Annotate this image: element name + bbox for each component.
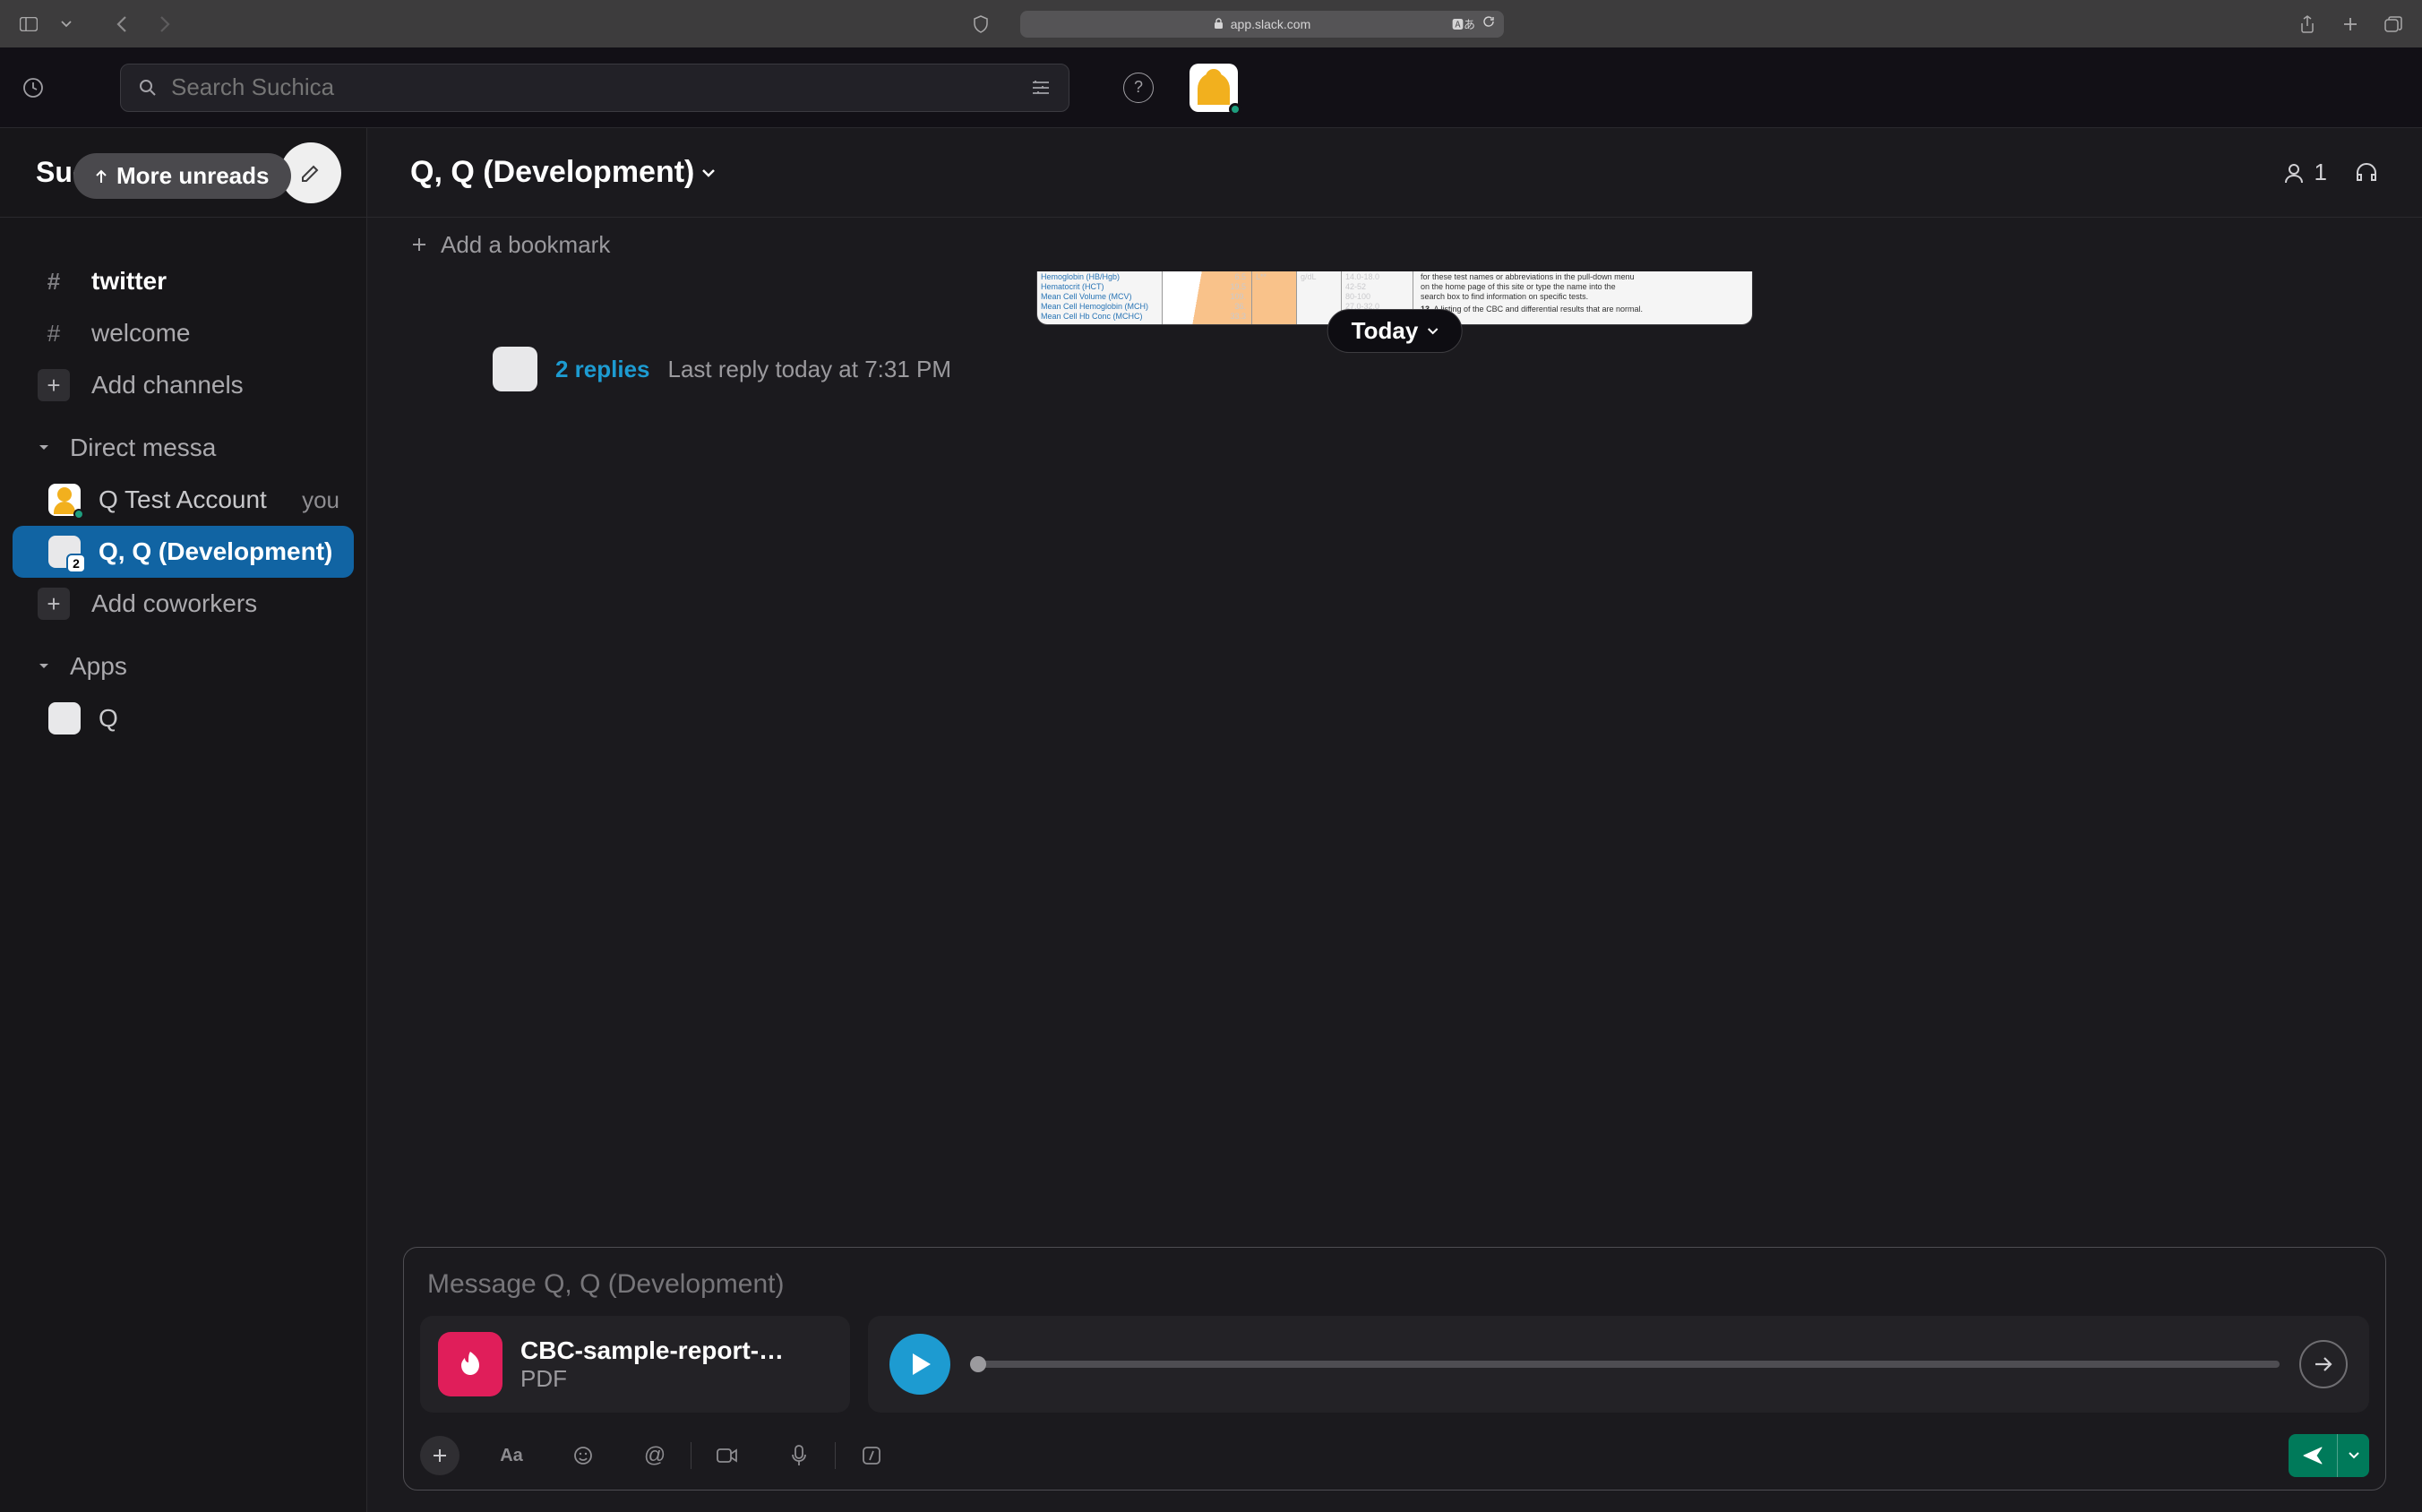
channel-item-twitter[interactable]: # twitter bbox=[0, 255, 366, 307]
thread-summary[interactable]: 2 replies Last reply today at 7:31 PM bbox=[403, 347, 2386, 391]
dm-item-q-development[interactable]: 2 Q, Q (Development) bbox=[13, 526, 354, 578]
lock-icon bbox=[1214, 18, 1224, 30]
play-button[interactable] bbox=[889, 1334, 950, 1395]
translate-icon[interactable]: ⁠🅰︎あ bbox=[1452, 15, 1475, 32]
dm-avatar: 2 bbox=[48, 536, 81, 568]
main-pane: Q, Q (Development) 1 Add a bookmark bbox=[367, 128, 2422, 1512]
attachment-audio[interactable] bbox=[868, 1316, 2369, 1413]
search-input[interactable] bbox=[171, 73, 1017, 101]
plus-icon: + bbox=[38, 369, 70, 401]
composer-toolbar: Aa @ bbox=[420, 1425, 2369, 1477]
attachment-filename: CBC-sample-report-… bbox=[520, 1336, 784, 1365]
reply-count-link[interactable]: 2 replies bbox=[555, 356, 650, 383]
search-icon bbox=[139, 79, 157, 97]
new-tab-icon[interactable] bbox=[2338, 12, 2363, 37]
tabs-icon[interactable] bbox=[2381, 12, 2406, 37]
url-bar[interactable]: app.slack.com ⁠🅰︎あ bbox=[1020, 11, 1504, 38]
forward-button bbox=[152, 12, 177, 37]
message-input[interactable]: Message Q, Q (Development) bbox=[420, 1260, 2369, 1316]
back-button[interactable] bbox=[109, 12, 134, 37]
dm-section-header[interactable]: Direct messa bbox=[0, 422, 366, 474]
url-text: app.slack.com bbox=[1231, 17, 1310, 31]
dm-item-self[interactable]: Q Test Account you bbox=[13, 474, 354, 526]
help-button[interactable]: ? bbox=[1123, 73, 1154, 103]
channel-header: Q, Q (Development) 1 bbox=[367, 128, 2422, 218]
browser-toolbar: app.slack.com ⁠🅰︎あ bbox=[0, 0, 2422, 47]
channel-item-welcome[interactable]: # welcome bbox=[0, 307, 366, 359]
bot-avatar bbox=[493, 347, 537, 391]
history-button[interactable] bbox=[18, 73, 48, 103]
you-label: you bbox=[302, 486, 339, 514]
audio-progress[interactable] bbox=[970, 1361, 2280, 1368]
audio-record-button[interactable] bbox=[779, 1436, 819, 1475]
add-bookmark-button[interactable]: Add a bookmark bbox=[367, 218, 2422, 271]
add-coworkers-button[interactable]: + Add coworkers bbox=[0, 578, 366, 630]
user-avatar[interactable] bbox=[1190, 64, 1238, 112]
apps-section-header[interactable]: Apps bbox=[0, 640, 366, 692]
hash-icon: # bbox=[38, 268, 70, 296]
member-count-button[interactable]: 1 bbox=[2282, 159, 2327, 186]
date-divider-pill[interactable]: Today bbox=[1327, 309, 1463, 353]
send-button[interactable] bbox=[2289, 1434, 2337, 1477]
plus-icon: + bbox=[38, 588, 70, 620]
audio-forward-button[interactable] bbox=[2299, 1340, 2348, 1388]
huddle-button[interactable] bbox=[2354, 162, 2379, 184]
format-button[interactable]: Aa bbox=[492, 1436, 531, 1475]
mention-button[interactable]: @ bbox=[635, 1436, 674, 1475]
reload-icon[interactable] bbox=[1482, 15, 1495, 32]
add-channels-button[interactable]: + Add channels bbox=[0, 359, 366, 411]
attachment-pdf[interactable]: CBC-sample-report-… PDF bbox=[420, 1316, 850, 1413]
sidebar-toggle-icon[interactable] bbox=[16, 12, 41, 37]
hash-icon: # bbox=[38, 320, 70, 348]
sidebar: Suchica More unreads # twitter # bbox=[0, 128, 367, 1512]
share-icon[interactable] bbox=[2295, 12, 2320, 37]
presence-indicator bbox=[1229, 103, 1241, 116]
video-button[interactable] bbox=[708, 1436, 747, 1475]
pdf-icon bbox=[438, 1332, 502, 1396]
unread-badge: 2 bbox=[66, 554, 86, 573]
filter-icon[interactable] bbox=[1031, 79, 1051, 97]
audio-thumb[interactable] bbox=[970, 1356, 986, 1372]
send-options-button[interactable] bbox=[2337, 1434, 2369, 1477]
message-list: Hemoglobin (HB/Hgb) Hematocrit (HCT) Mea… bbox=[367, 271, 2422, 1229]
attach-button[interactable] bbox=[420, 1436, 459, 1475]
channel-title-button[interactable]: Q, Q (Development) bbox=[410, 155, 716, 190]
app-avatar bbox=[48, 702, 81, 735]
emoji-button[interactable] bbox=[563, 1436, 603, 1475]
app-item-q[interactable]: Q bbox=[13, 692, 354, 744]
reply-timestamp: Last reply today at 7:31 PM bbox=[668, 356, 952, 383]
shortcut-button[interactable] bbox=[852, 1436, 891, 1475]
attachment-filetype: PDF bbox=[520, 1365, 784, 1393]
dm-avatar bbox=[48, 484, 81, 516]
search-box[interactable] bbox=[120, 64, 1069, 112]
shield-icon[interactable] bbox=[968, 12, 993, 37]
chevron-down-icon[interactable] bbox=[54, 12, 79, 37]
message-composer: Message Q, Q (Development) CBC-sample-re… bbox=[403, 1247, 2386, 1491]
slack-topbar: ? bbox=[0, 47, 2422, 128]
more-unreads-pill[interactable]: More unreads bbox=[73, 153, 291, 199]
